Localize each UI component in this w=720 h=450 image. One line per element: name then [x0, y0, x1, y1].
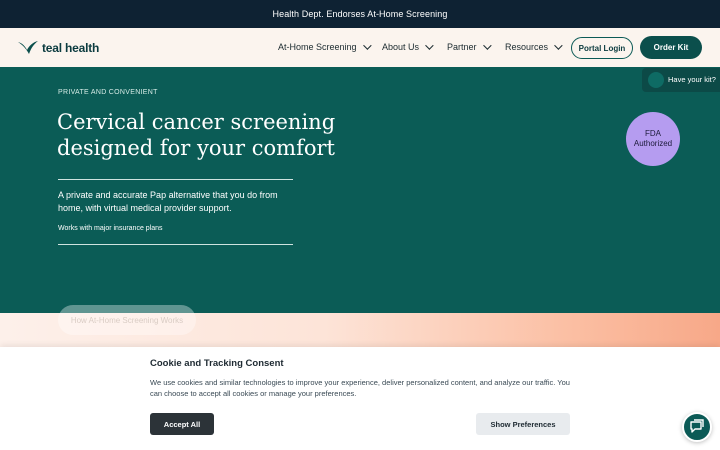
chevron-down-icon — [362, 41, 372, 50]
announcement-bar[interactable]: Health Dept. Endorses At-Home Screening — [0, 0, 720, 28]
nav-resources[interactable]: Resources — [505, 41, 563, 52]
divider — [58, 179, 293, 180]
nav-partner[interactable]: Partner — [447, 41, 492, 52]
hero-eyebrow: PRIVATE AND CONVENIENT — [58, 89, 158, 96]
cookie-description: We use cookies and similar technologies … — [150, 378, 570, 398]
hero-section: PRIVATE AND CONVENIENT Cervical cancer s… — [0, 67, 720, 313]
nav-label: About Us — [382, 42, 420, 52]
nav-about-us[interactable]: About Us — [382, 41, 434, 52]
chevron-down-icon — [482, 41, 492, 50]
hero-headline: Cervical cancer screening designed for y… — [57, 109, 357, 161]
nav-at-home-screening[interactable]: At-Home Screening — [278, 41, 372, 52]
brand-logo[interactable]: teal health — [17, 40, 99, 56]
insurance-note: Works with major insurance plans — [58, 225, 163, 232]
fda-authorized-badge: FDA Authorized — [626, 112, 680, 166]
announcement-text[interactable]: Health Dept. Endorses At-Home Screening — [273, 9, 448, 19]
order-kit-button[interactable]: Order Kit — [640, 36, 702, 59]
portal-login-button[interactable]: Portal Login — [571, 37, 633, 59]
badge-line-1: FDA — [645, 129, 661, 138]
show-preferences-button[interactable]: Show Preferences — [476, 413, 570, 435]
teal-bird-logo-icon — [18, 41, 38, 54]
headline-line-2: designed for your comfort — [57, 136, 335, 160]
nav-label: Resources — [505, 42, 549, 52]
divider — [58, 244, 293, 245]
kit-icon — [648, 72, 664, 88]
accept-all-button[interactable]: Accept All — [150, 413, 214, 435]
nav-label: At-Home Screening — [278, 42, 357, 52]
headline-line-1: Cervical cancer screening — [57, 110, 336, 134]
have-your-kit-tab[interactable]: Have your kit? — [642, 68, 720, 92]
chevron-down-icon — [554, 41, 563, 50]
badge-line-2: Authorized — [633, 139, 673, 148]
chevron-down-icon — [425, 41, 434, 50]
brand-name: teal health — [42, 41, 100, 55]
kit-tab-label: Have your kit? — [668, 75, 716, 84]
how-it-works-button[interactable]: How At-Home Screening Works — [58, 305, 196, 335]
cookie-title: Cookie and Tracking Consent — [150, 358, 284, 369]
hero-subtext: A private and accurate Pap alternative t… — [58, 190, 278, 213]
chat-button[interactable] — [682, 412, 712, 442]
cookie-consent-banner: Cookie and Tracking Consent We use cooki… — [0, 347, 720, 450]
nav-label: Partner — [447, 42, 477, 52]
chat-bubble-icon — [690, 419, 704, 433]
